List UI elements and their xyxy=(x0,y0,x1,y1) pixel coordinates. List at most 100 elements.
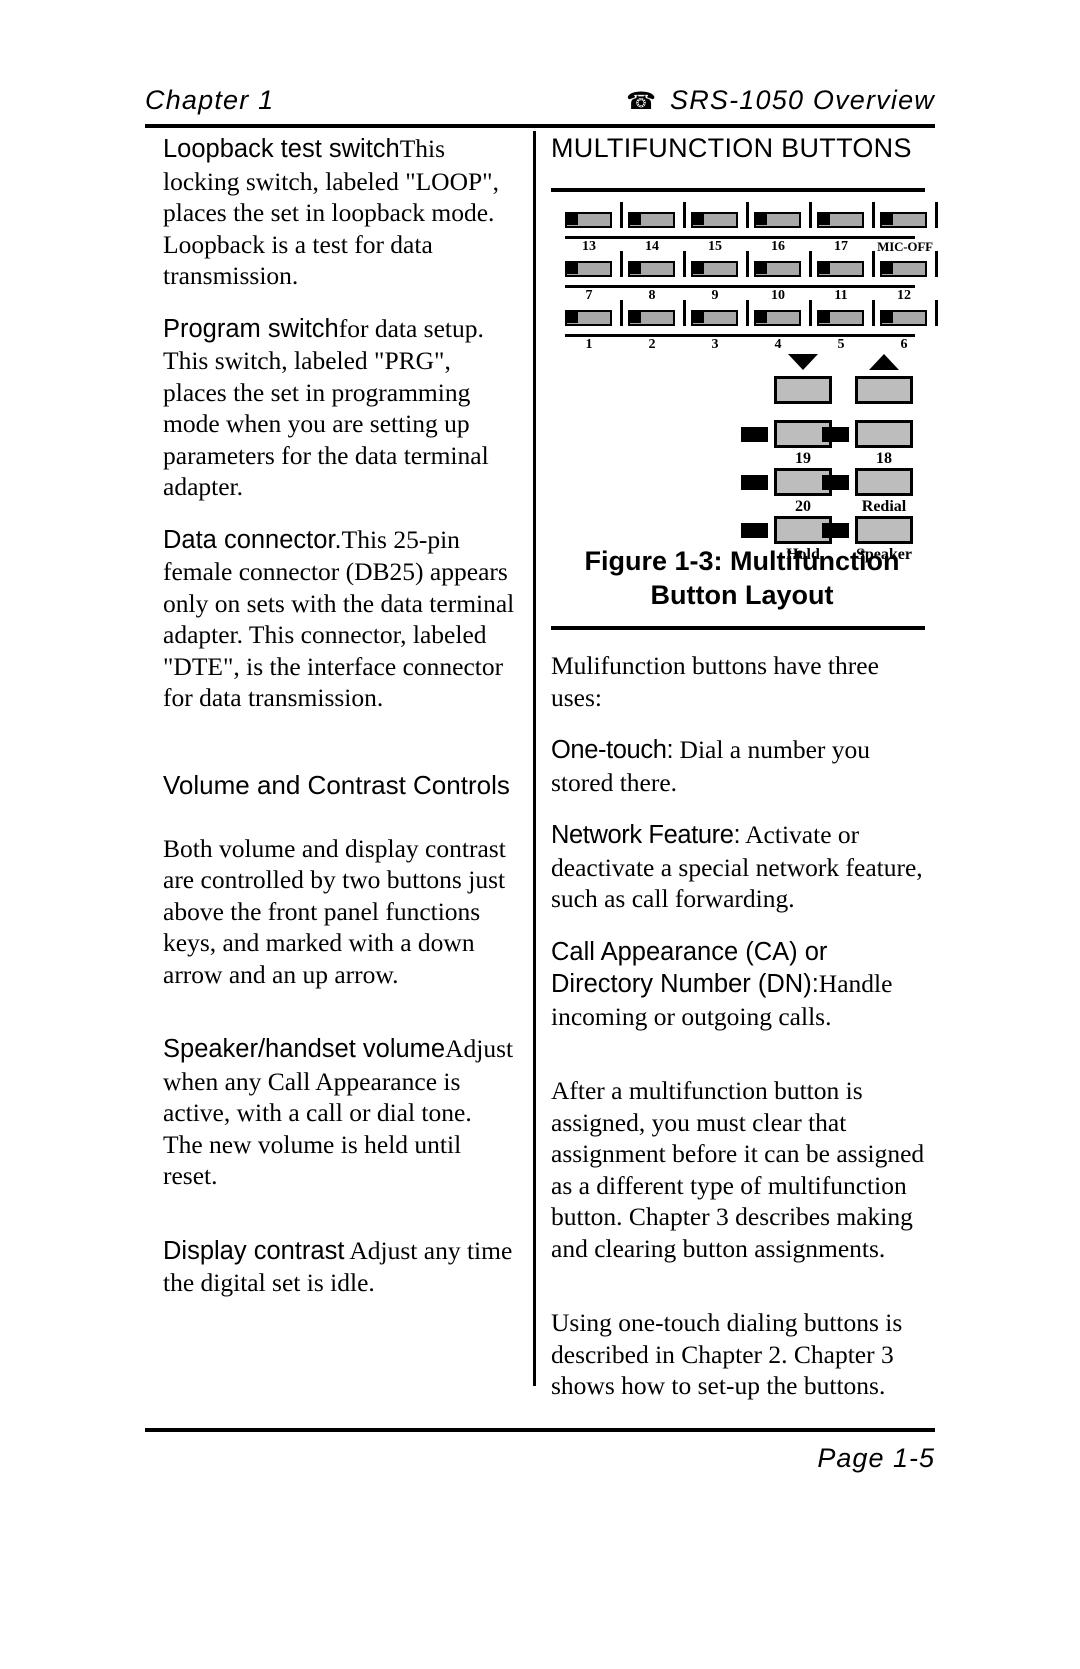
grid-button[interactable] xyxy=(565,310,612,326)
left-column: Loopback test switchThis locking switch,… xyxy=(163,133,515,1320)
paragraph-one-touch: One-touch: Dial a number you stored ther… xyxy=(551,734,933,798)
chapter-label: Chapter 1 xyxy=(145,85,275,115)
button-label: 2 xyxy=(648,337,656,352)
grid-separator xyxy=(683,300,686,326)
paragraph-call-appearance: Call Appearance (CA) or Directory Number… xyxy=(551,936,933,1033)
paragraph-assignment-clearing: After a multifunction button is assigned… xyxy=(551,1076,925,1263)
button-grid: 13 14 15 16 17 MIC-OFF 7 8 9 10 11 12 1 … xyxy=(565,202,938,359)
button-label: 14 xyxy=(645,239,659,254)
term-network-feature: Network Feature: xyxy=(551,821,741,849)
column-divider xyxy=(533,131,536,1386)
grid-button[interactable] xyxy=(880,212,927,228)
key-indicator-lamp xyxy=(741,475,768,490)
button-label: 9 xyxy=(711,288,719,303)
page-number: Page 1-5 xyxy=(817,1443,935,1473)
term-program-switch: Program switch xyxy=(163,314,339,343)
figure-multifunction-button-layout: 13 14 15 16 17 MIC-OFF 7 8 9 10 11 12 1 … xyxy=(551,202,938,563)
grid-separator xyxy=(809,300,812,326)
button-label: 16 xyxy=(771,239,785,254)
grid-button[interactable] xyxy=(628,212,675,228)
button-label: 17 xyxy=(834,239,848,254)
grid-separator xyxy=(746,300,749,326)
grid-separator xyxy=(620,202,623,228)
grid-separator xyxy=(809,202,812,228)
volume-up-button[interactable] xyxy=(855,376,913,404)
button-row-top xyxy=(565,202,938,236)
button-label: 11 xyxy=(834,288,848,303)
right-column: MULTIFUNCTION BUTTONS 13 14 15 16 17 MIC… xyxy=(551,133,938,1423)
header-rule xyxy=(145,124,935,128)
grid-separator xyxy=(935,251,938,277)
function-key-label: Speaker xyxy=(856,546,912,563)
grid-button[interactable] xyxy=(565,261,612,277)
grid-separator xyxy=(746,251,749,277)
button-label: 7 xyxy=(585,288,593,303)
grid-button[interactable] xyxy=(754,212,801,228)
grid-button[interactable] xyxy=(565,212,612,228)
grid-button[interactable] xyxy=(754,261,801,277)
term-data-connector: Data connector. xyxy=(163,525,342,554)
function-key-label: 19 xyxy=(795,450,811,467)
grid-separator xyxy=(935,202,938,228)
header-title-group: ☎ SRS-1050 Overview xyxy=(626,85,935,116)
telephone-icon: ☎ xyxy=(626,88,656,115)
figure-top-rule xyxy=(551,188,925,192)
grid-separator xyxy=(872,202,875,228)
document-page: Chapter 1 ☎ SRS-1050 Overview Loopback t… xyxy=(0,0,1080,1669)
grid-button[interactable] xyxy=(628,310,675,326)
term-loopback-switch: Loopback test switch xyxy=(163,135,400,163)
volume-down-button[interactable] xyxy=(774,376,832,404)
button-label: 6 xyxy=(900,337,908,352)
page-header: Chapter 1 ☎ SRS-1050 Overview xyxy=(145,85,935,125)
key-indicator-lamp xyxy=(822,523,849,538)
button-label-row-middle: 7 8 9 10 11 12 xyxy=(565,288,915,310)
grid-button[interactable] xyxy=(691,310,738,326)
key-indicator-lamp xyxy=(741,427,768,442)
paragraph-speaker-handset-volume: Speaker/handset volumeAdjust when any Ca… xyxy=(163,1033,515,1192)
button-label: 4 xyxy=(774,337,782,352)
figure-bottom-rule xyxy=(551,626,925,630)
grid-button[interactable] xyxy=(817,310,864,326)
paragraph-one-touch-dialing: Using one-touch dialing buttons is descr… xyxy=(551,1308,903,1400)
grid-separator xyxy=(683,202,686,228)
button-label-row-top: 13 14 15 16 17 MIC-OFF xyxy=(565,239,933,261)
key-pad[interactable] xyxy=(855,420,913,448)
function-key-label: 18 xyxy=(876,450,892,467)
grid-button[interactable] xyxy=(691,212,738,228)
function-key-label: 20 xyxy=(795,498,811,515)
grid-separator xyxy=(746,202,749,228)
term-one-touch: One-touch: xyxy=(551,736,674,764)
grid-separator xyxy=(683,251,686,277)
grid-button[interactable] xyxy=(880,310,927,326)
grid-button[interactable] xyxy=(817,212,864,228)
key-pad[interactable] xyxy=(855,468,913,496)
button-row-middle xyxy=(565,251,938,285)
term-speaker-handset-volume: Speaker/handset volume xyxy=(163,1035,446,1063)
paragraph-program-switch: Program switchfor data setup. This switc… xyxy=(163,313,515,503)
function-key-label: Redial xyxy=(861,498,907,515)
document-title: SRS-1050 Overview xyxy=(670,85,935,115)
term-call-appearance: Call Appearance (CA) or Directory Number… xyxy=(551,937,828,999)
grid-separator xyxy=(620,300,623,326)
grid-button[interactable] xyxy=(691,261,738,277)
button-label: 1 xyxy=(585,337,593,352)
figure-caption-line-2: Button Layout xyxy=(650,580,834,610)
grid-button[interactable] xyxy=(880,261,927,277)
paragraph-loopback-switch: Loopback test switchThis locking switch,… xyxy=(163,133,515,292)
grid-separator xyxy=(872,251,875,277)
grid-button[interactable] xyxy=(817,261,864,277)
section-heading-volume-contrast: Volume and Contrast Controls xyxy=(163,769,510,800)
paragraph-display-contrast: Display contrast Adjust any time the dig… xyxy=(163,1235,515,1299)
button-label: 13 xyxy=(582,239,596,254)
key-indicator-lamp xyxy=(741,523,768,538)
grid-button[interactable] xyxy=(754,310,801,326)
key-pad[interactable] xyxy=(855,516,913,544)
grid-button[interactable] xyxy=(628,261,675,277)
grid-separator xyxy=(935,300,938,326)
button-label: 5 xyxy=(837,337,845,352)
function-key-cluster: 19 18 20 Redial Hold Speaker xyxy=(551,354,925,563)
